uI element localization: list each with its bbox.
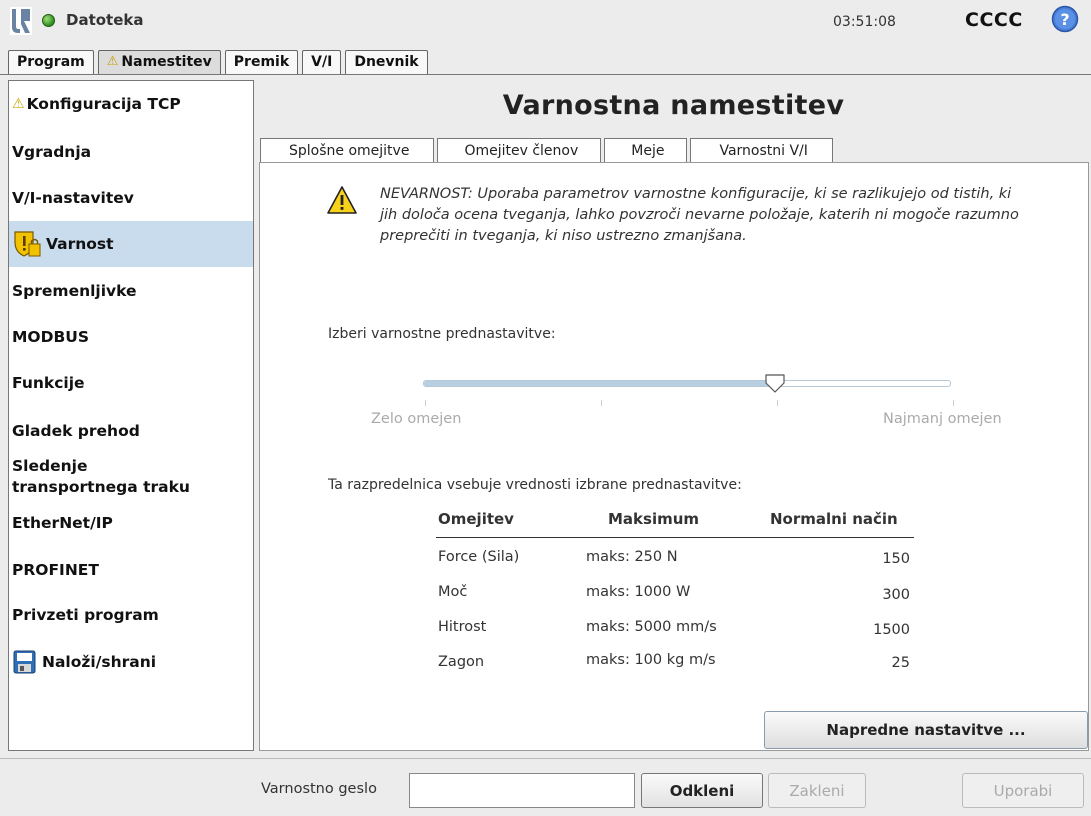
column-header-maximum: Maksimum (608, 510, 700, 528)
table-header-divider (436, 537, 914, 538)
sidebar-item-variables[interactable]: Spremenljivke (9, 268, 253, 314)
tab-log[interactable]: Dnevnik (345, 50, 428, 75)
sidebar-item-io-setup[interactable]: V/I-nastavitev (9, 175, 253, 221)
sidebar-item-load-save[interactable]: Naloži/shrani (9, 639, 253, 685)
safety-shield-icon (14, 231, 41, 257)
table-cell-maximum: maks: 100 kg m/s (586, 652, 716, 668)
apply-button[interactable]: Uporabi (962, 773, 1084, 808)
sidebar-item-profinet[interactable]: PROFINET (9, 547, 253, 593)
slider-max-label: Najmanj omejen (883, 411, 1002, 427)
slider-tick (777, 400, 778, 406)
safety-password-input[interactable] (409, 773, 635, 808)
sidebar-item-smooth-transition[interactable]: Gladek prehod (9, 408, 253, 454)
bottom-divider (0, 758, 1091, 759)
tab-io[interactable]: V/I (302, 50, 342, 75)
tab-move[interactable]: Premik (224, 50, 299, 75)
unlock-button[interactable]: Odkleni (641, 773, 763, 808)
tab-safety-io[interactable]: Varnostni V/I (690, 138, 833, 162)
column-header-normal-mode: Normalni način (770, 510, 898, 528)
table-cell-limit: Moč (438, 584, 468, 600)
slider-min-label: Zelo omejen (371, 411, 462, 427)
table-cell-limit: Hitrost (438, 619, 487, 635)
sub-tabs: Splošne omejitve Omejitev členov Meje Va… (260, 138, 836, 162)
svg-text:?: ? (1060, 10, 1069, 29)
robot-status-icon[interactable] (42, 14, 55, 27)
tab-installation[interactable]: ⚠ Namestitev (97, 50, 221, 75)
warning-icon: ⚠ (12, 96, 25, 112)
table-cell-normal: 1500 (873, 622, 910, 638)
help-icon[interactable]: ? (1051, 5, 1079, 33)
table-cell-limit: Force (Sila) (438, 549, 520, 565)
sidebar-item-default-program[interactable]: Privzeti program (9, 592, 253, 638)
safety-password-label: Varnostno geslo (261, 781, 377, 797)
main-tabs: Program ⚠ Namestitev Premik V/I Dnevnik (8, 50, 432, 75)
sidebar-item-safety[interactable]: Varnost (9, 221, 253, 267)
column-header-limit: Omejitev (438, 510, 514, 528)
lock-button[interactable]: Zakleni (768, 773, 866, 808)
slider-fill (424, 381, 777, 386)
table-cell-normal: 150 (882, 551, 910, 567)
clock: 03:51:08 (833, 14, 896, 30)
slider-tick (425, 400, 426, 406)
table-cell-maximum: maks: 1000 W (586, 584, 691, 600)
preset-label: Izberi varnostne prednastavitve: (328, 326, 556, 342)
table-caption: Ta razpredelnica vsebuje vrednosti izbra… (328, 477, 742, 493)
page-title: Varnostna namestitev (502, 90, 845, 121)
tab-boundaries[interactable]: Meje (604, 138, 688, 162)
table-cell-maximum: maks: 250 N (586, 549, 678, 565)
top-bar: Datoteka 03:51:08 CCCC ? (0, 0, 1091, 44)
floppy-disk-icon (13, 650, 36, 674)
sidebar-item-ethernet-ip[interactable]: EtherNet/IP (9, 500, 253, 546)
tab-program[interactable]: Program (8, 50, 94, 75)
file-menu[interactable]: Datoteka (66, 11, 144, 29)
tab-general-limits[interactable]: Splošne omejitve (260, 138, 435, 162)
sidebar-item-features[interactable]: Funkcije (9, 360, 253, 406)
slider-tick (953, 400, 954, 406)
sidebar: ⚠ Konfiguracija TCP Vgradnja V/I-nastavit… (8, 80, 254, 751)
tab-joint-limits[interactable]: Omejitev členov (437, 138, 602, 162)
robot-name: CCCC (965, 9, 1023, 31)
sidebar-item-tcp[interactable]: ⚠ Konfiguracija TCP (9, 81, 253, 127)
danger-warning-icon (327, 186, 357, 214)
danger-warning-text: NEVARNOST: Uporaba parametrov varnostne … (380, 186, 1019, 244)
sidebar-item-conveyor-tracking[interactable]: Sledenje transportnega traku (9, 454, 253, 500)
slider-tick (601, 400, 602, 406)
safety-preset-slider[interactable] (423, 380, 951, 387)
sidebar-item-modbus[interactable]: MODBUS (9, 314, 253, 360)
advanced-settings-button[interactable]: Napredne nastavitve ... (764, 711, 1088, 749)
table-cell-normal: 25 (891, 655, 910, 671)
tab-divider (0, 74, 1091, 75)
table-cell-limit: Zagon (438, 654, 485, 670)
table-cell-maximum: maks: 5000 mm/s (586, 619, 717, 635)
warning-icon: ⚠ (106, 54, 119, 69)
main-content: Varnostna namestitev Splošne omejitve Om… (256, 80, 1091, 751)
ur-logo-icon (10, 7, 32, 35)
slider-handle[interactable] (764, 374, 786, 394)
sidebar-item-mounting[interactable]: Vgradnja (9, 129, 253, 175)
table-cell-normal: 300 (882, 587, 910, 603)
